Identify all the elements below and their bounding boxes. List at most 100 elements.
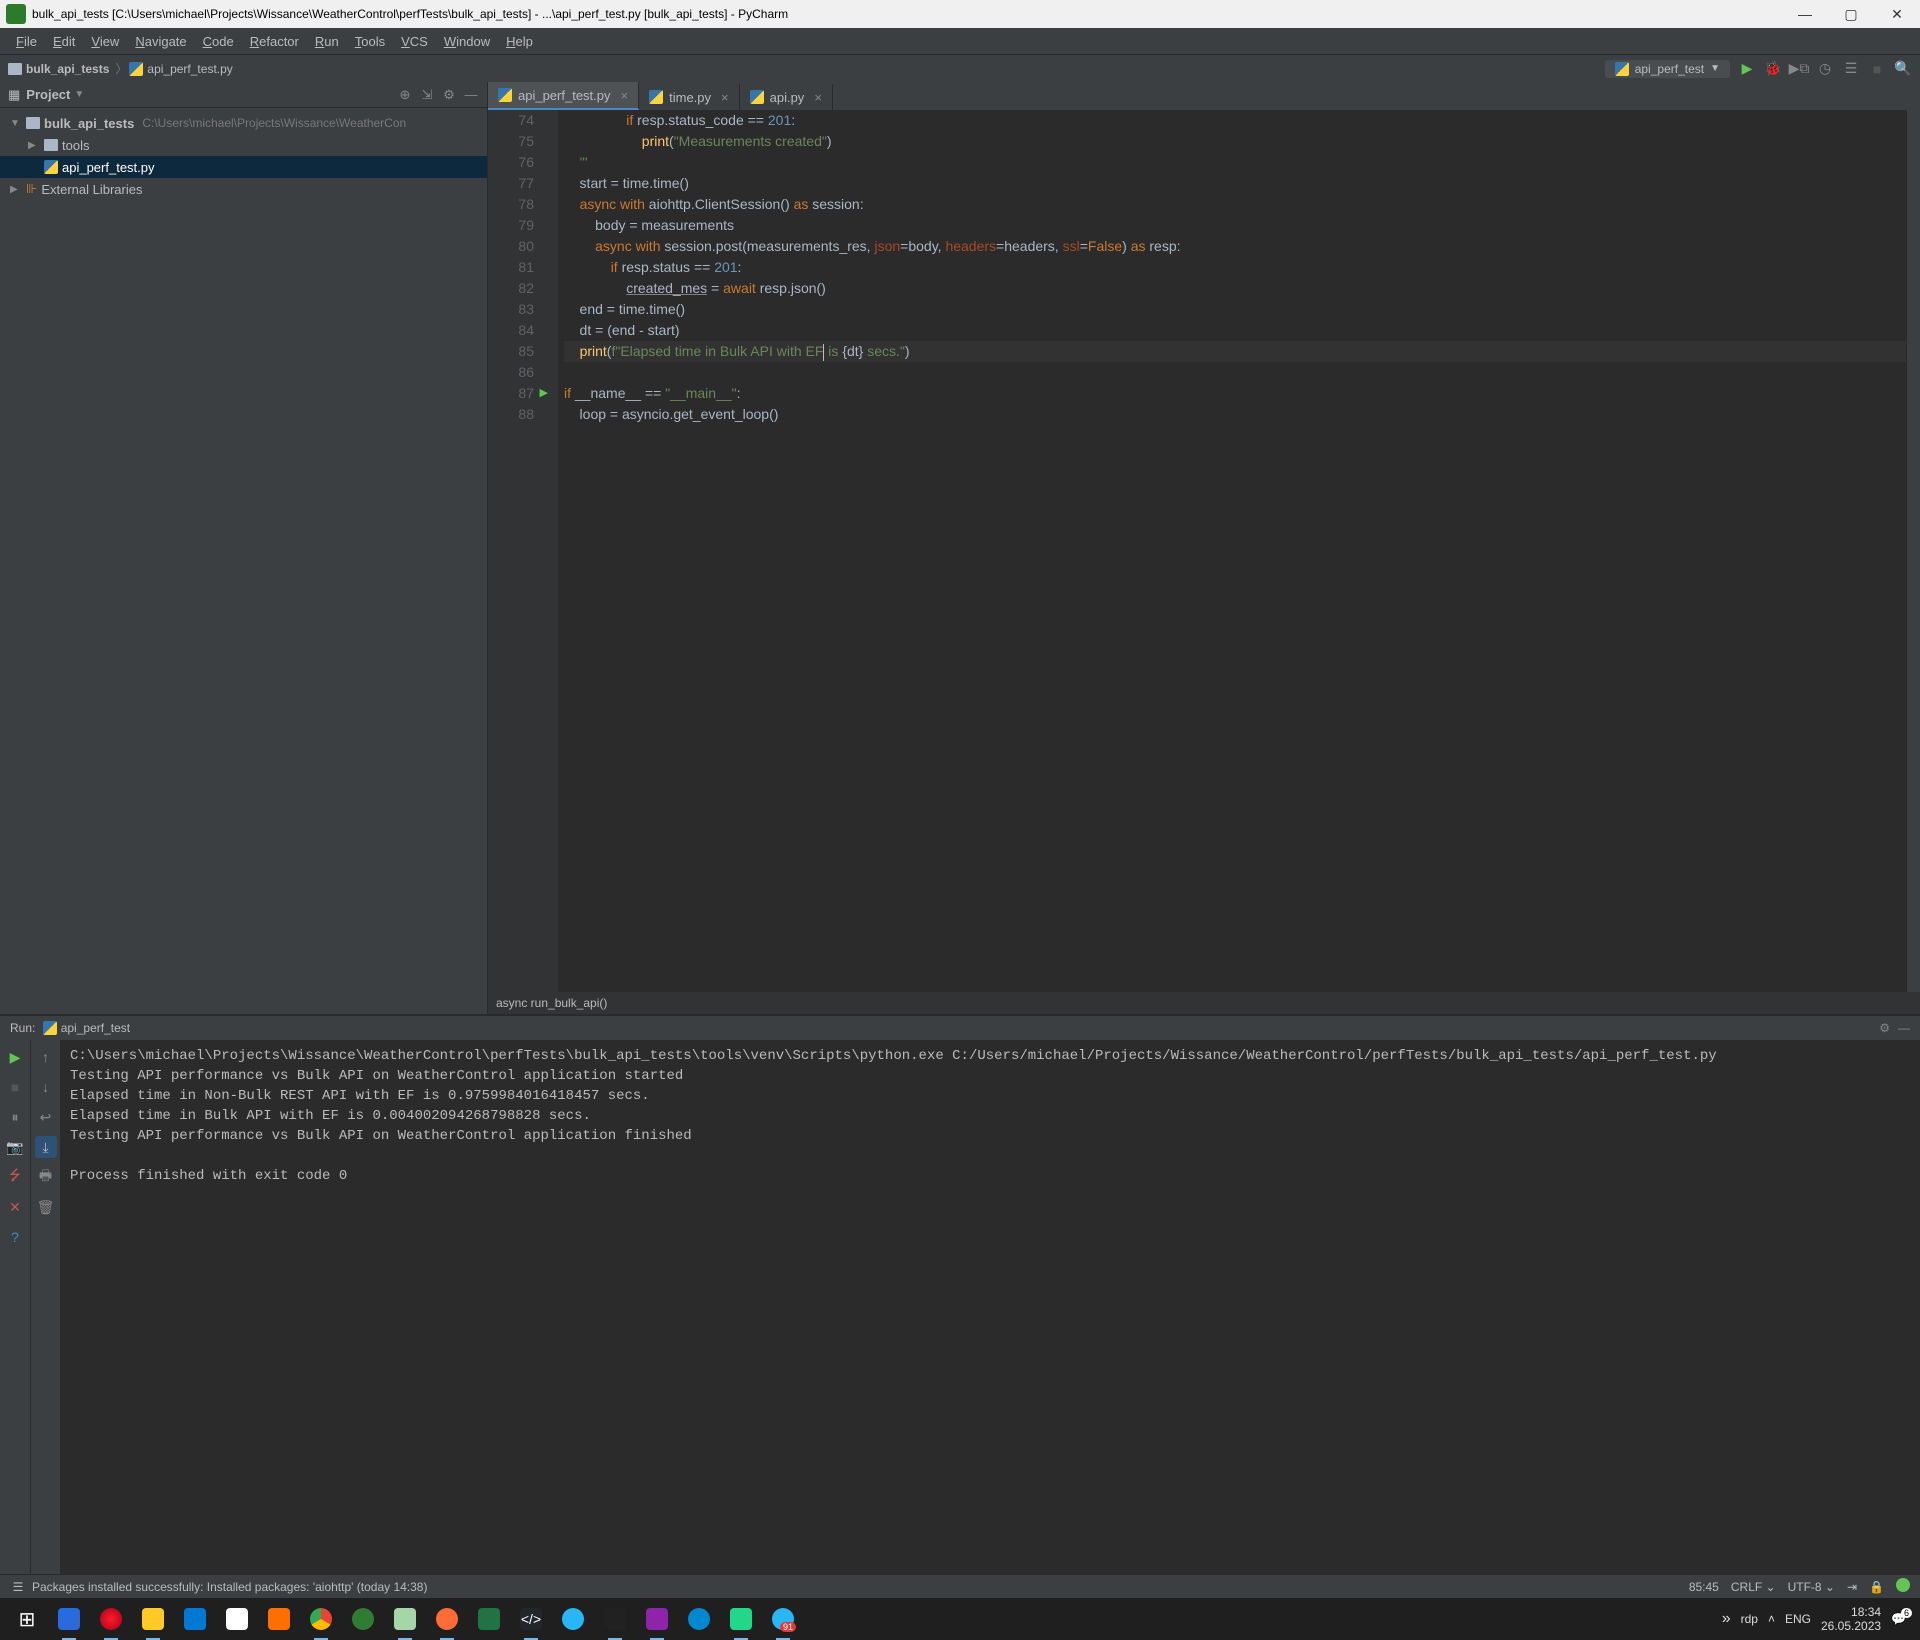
taskbar-notepadpp[interactable] [384,1598,426,1640]
tray-notifications[interactable]: 💬6 [1891,1612,1906,1626]
debug-button[interactable]: 🐞 [1764,60,1782,78]
settings-icon[interactable]: ⚙ [441,87,457,103]
rerun-button[interactable]: ▶ [4,1046,26,1068]
print-button[interactable]: 🖶 [35,1166,57,1188]
code-content[interactable]: if resp.status_code == 201: print("Measu… [558,110,1906,992]
taskbar-chrome[interactable] [300,1598,342,1640]
tray-rdp[interactable]: rdp [1741,1612,1758,1626]
soft-wrap-button[interactable]: ↩ [35,1106,57,1128]
tab-api_perf_test-py[interactable]: api_perf_test.py× [488,82,639,110]
project-tree[interactable]: ▼ bulk_api_tests C:\Users\michael\Projec… [0,108,487,1014]
attach-button[interactable]: ☰ [1842,60,1860,78]
python-icon [43,1021,57,1035]
menu-vcs[interactable]: VCS [393,34,436,49]
taskbar-edge[interactable] [48,1598,90,1640]
expand-icon[interactable]: ⇲ [419,87,435,103]
fold-column[interactable] [544,110,558,992]
start-button[interactable]: ⊞ [6,1598,48,1640]
taskbar-app2[interactable] [342,1598,384,1640]
maximize-button[interactable]: ▢ [1828,0,1874,28]
breadcrumb-file[interactable]: api_perf_test.py [129,62,232,76]
chevron-right-icon[interactable]: ▶ [28,140,40,151]
run-coverage-button[interactable]: ▶⧉ [1790,60,1808,78]
tray-chevron-up-icon[interactable]: ˄ [1768,1612,1775,1626]
taskbar-opera[interactable] [90,1598,132,1640]
taskbar-pycharm[interactable] [720,1598,762,1640]
tree-file-api-perf-test[interactable]: api_perf_test.py [0,156,487,178]
line-gutter[interactable]: 7475767778798081828384858687▶88 [488,110,544,992]
taskbar-rider[interactable] [636,1598,678,1640]
caret-position[interactable]: 85:45 [1689,1580,1719,1594]
locate-icon[interactable]: ⊕ [397,87,413,103]
menu-tools[interactable]: Tools [347,34,393,49]
hide-icon[interactable]: — [463,87,479,103]
help-button[interactable]: ? [4,1226,26,1248]
taskbar-telegram[interactable]: 91 [762,1598,804,1640]
tray-clock[interactable]: 18:34 26.05.2023 [1821,1605,1881,1633]
editor-scrollbar[interactable] [1906,110,1920,992]
menu-view[interactable]: View [83,34,127,49]
down-stack-button[interactable]: ↓ [35,1076,57,1098]
interpreter-indicator[interactable] [1896,1578,1910,1595]
menu-edit[interactable]: Edit [45,34,83,49]
taskbar-postman[interactable] [426,1598,468,1640]
taskbar-excel[interactable] [468,1598,510,1640]
search-everywhere-button[interactable]: 🔍 [1894,60,1912,78]
stop-run-button[interactable]: ■ [4,1076,26,1098]
menu-refactor[interactable]: Refactor [242,34,307,49]
close-button[interactable]: ✕ [1874,0,1920,28]
tab-label: api.py [770,90,805,105]
close-tab-icon[interactable]: × [621,88,629,103]
menu-run[interactable]: Run [307,34,347,49]
editor-breadcrumb[interactable]: async run_bulk_api() [488,992,1920,1014]
tab-api-py[interactable]: api.py × [740,84,833,110]
menu-window[interactable]: Window [436,34,498,49]
chevron-down-icon[interactable]: ▼ [74,89,84,100]
menu-help[interactable]: Help [498,34,541,49]
taskbar-app1[interactable] [258,1598,300,1640]
chevron-right-icon[interactable]: ▶ [10,184,22,195]
close-tab-icon[interactable]: × [814,90,822,105]
tree-folder-tools[interactable]: ▶ tools [0,134,487,156]
hide-icon[interactable]: — [1898,1021,1910,1035]
menu-file[interactable]: File [8,34,45,49]
minimize-button[interactable]: — [1782,0,1828,28]
console-output[interactable]: C:\Users\michael\Projects\Wissance\Weath… [60,1040,1920,1574]
chevron-down-icon[interactable]: ▼ [10,118,22,129]
menu-navigate[interactable]: Navigate [127,34,194,49]
scroll-to-end-button[interactable]: ⤓ [35,1136,57,1158]
profile-button[interactable]: ◷ [1816,60,1834,78]
taskbar-mail[interactable] [174,1598,216,1640]
pause-button[interactable]: ⏸ [4,1106,26,1128]
breadcrumb-project[interactable]: bulk_api_tests [8,62,109,76]
stop-button[interactable]: ■ [1868,60,1886,78]
tree-external-libraries[interactable]: ▶ ⊪ External Libraries [0,178,487,200]
up-stack-button[interactable]: ↑ [35,1046,57,1068]
settings-icon[interactable]: ⚙ [1879,1021,1890,1035]
event-log-icon[interactable]: ☰ [10,1579,26,1595]
code-editor[interactable]: 7475767778798081828384858687▶88 if resp.… [488,110,1920,992]
exit-button[interactable]: ⭍ [4,1166,26,1188]
menu-code[interactable]: Code [195,34,242,49]
run-config-selector[interactable]: api_perf_test ▼ [1605,60,1730,78]
close-panel-button[interactable]: ✕ [4,1196,26,1218]
close-tab-icon[interactable]: × [721,90,729,105]
clear-button[interactable]: 🗑 [35,1196,57,1218]
line-separator[interactable]: CRLF ⌄ [1731,1580,1776,1594]
taskbar-explorer[interactable] [132,1598,174,1640]
taskbar-store[interactable] [216,1598,258,1640]
taskbar-app3[interactable] [552,1598,594,1640]
tab-label: time.py [669,90,711,105]
tree-root[interactable]: ▼ bulk_api_tests C:\Users\michael\Projec… [0,112,487,134]
file-encoding[interactable]: UTF-8 ⌄ [1788,1580,1835,1594]
taskbar-app4[interactable] [594,1598,636,1640]
run-button[interactable]: ▶ [1738,60,1756,78]
tray-overflow-icon[interactable]: » [1722,1610,1731,1628]
taskbar-vscode[interactable]: </> [510,1598,552,1640]
indent-indicator[interactable]: ⇥ [1847,1580,1857,1594]
tab-time-py[interactable]: time.py × [639,84,740,110]
tray-language[interactable]: ENG [1785,1612,1811,1626]
dump-threads-button[interactable]: 📷 [4,1136,26,1158]
taskbar-app5[interactable] [678,1598,720,1640]
readonly-lock-icon[interactable]: 🔒 [1869,1580,1884,1594]
